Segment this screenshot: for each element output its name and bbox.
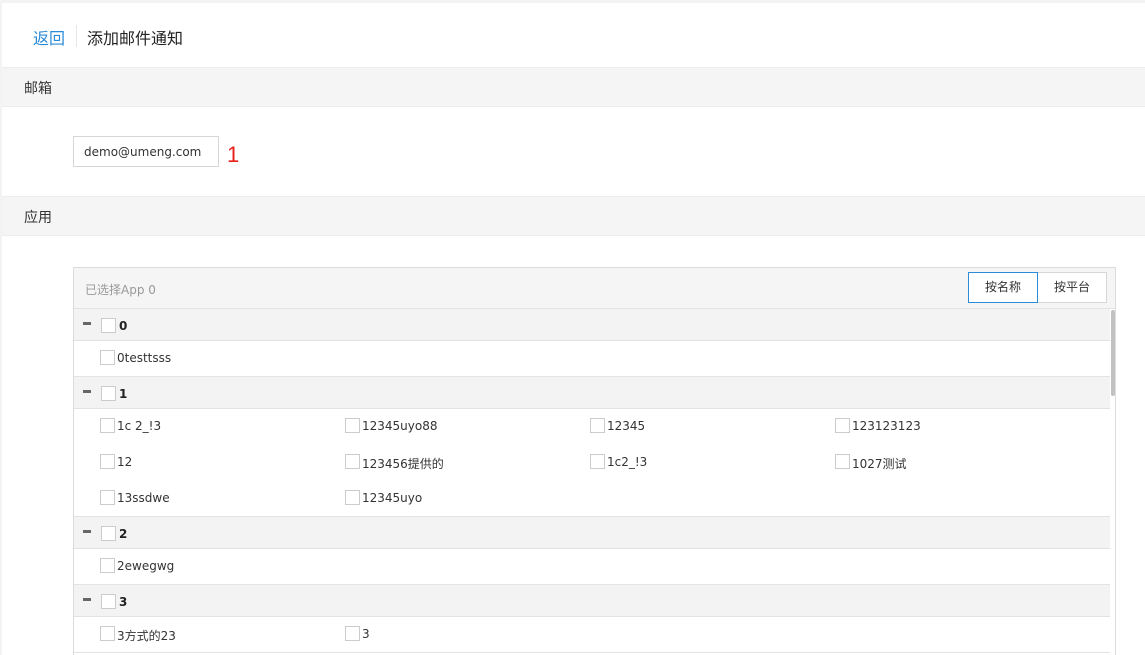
collapse-icon[interactable] (83, 598, 91, 601)
collapse-icon[interactable] (83, 322, 91, 325)
group-app-list: 1c 2_!3 12345uyo88 12345 123123123 12 123456提… (74, 409, 1110, 517)
group-letter: 2 (119, 527, 128, 541)
group-checkbox[interactable] (101, 318, 116, 333)
app-checkbox[interactable] (345, 454, 360, 469)
app-section-title: 应用 (24, 210, 52, 226)
app-name: 12345 (607, 419, 646, 433)
group-letter: 0 (119, 319, 128, 333)
app-checkbox[interactable] (100, 490, 115, 505)
app-name: 1c 2_!3 (117, 419, 162, 433)
app-panel-header: 已选择App 0 按名称 按平台 (74, 268, 1115, 309)
app-selector-panel: 已选择App 0 按名称 按平台 0 0testtsss 1 1c 2_!3 12345… (73, 267, 1116, 655)
annotation-1: 1 (227, 142, 240, 167)
group-letter: 1 (119, 387, 128, 401)
app-name: 1c2_!3 (607, 455, 648, 469)
app-name: 12345uyo (362, 491, 423, 505)
group-header: 3 (74, 585, 1110, 617)
app-name: 12345uyo88 (362, 419, 438, 433)
app-group-list: 0 0testtsss 1 1c 2_!3 12345uyo88 12345 1231231… (74, 309, 1110, 653)
group-header: 1 (74, 377, 1110, 409)
app-checkbox[interactable] (100, 626, 115, 641)
scrollbar-thumb[interactable] (1111, 310, 1115, 396)
collapse-icon[interactable] (83, 530, 91, 533)
app-name: 3 (362, 627, 370, 641)
app-name: 2ewegwg (117, 559, 175, 573)
app-section-header: 应用 (2, 196, 1145, 236)
group-app-list: 3方式的23 3 (74, 617, 1110, 653)
app-checkbox[interactable] (345, 418, 360, 433)
app-checkbox[interactable] (590, 418, 605, 433)
app-checkbox[interactable] (590, 454, 605, 469)
email-input[interactable] (73, 136, 219, 167)
sort-by-name-button[interactable]: 按名称 (968, 272, 1038, 303)
app-checkbox[interactable] (345, 626, 360, 641)
app-checkbox[interactable] (100, 558, 115, 573)
app-checkbox[interactable] (100, 350, 115, 365)
app-name: 123123123 (852, 419, 921, 433)
app-name: 13ssdwe (117, 491, 170, 505)
group-header: 2 (74, 517, 1110, 549)
email-section-title: 邮箱 (24, 81, 52, 97)
app-checkbox[interactable] (100, 454, 115, 469)
group-checkbox[interactable] (101, 594, 116, 609)
app-name: 12 (117, 455, 133, 469)
group-app-list: 0testtsss (74, 341, 1110, 377)
selected-app-count: 已选择App 0 (85, 283, 156, 297)
app-name: 123456提供的 (362, 457, 444, 471)
main-card: 返回 添加邮件通知 邮箱 1 应用 2 已选择App 0 按名称 按平台 0 0t… (2, 3, 1145, 655)
app-checkbox[interactable] (100, 418, 115, 433)
app-name: 0testtsss (117, 351, 172, 365)
top-bar: 返回 添加邮件通知 (2, 3, 1145, 67)
app-checkbox[interactable] (835, 418, 850, 433)
group-checkbox[interactable] (101, 386, 116, 401)
app-name: 1027测试 (852, 457, 907, 471)
group-checkbox[interactable] (101, 526, 116, 541)
sort-by-platform-button[interactable]: 按平台 (1037, 272, 1107, 303)
page-title: 添加邮件通知 (87, 29, 184, 48)
group-app-list: 2ewegwg (74, 549, 1110, 585)
group-letter: 3 (119, 595, 128, 609)
collapse-icon[interactable] (83, 390, 91, 393)
email-section-header: 邮箱 (2, 67, 1145, 107)
app-checkbox[interactable] (835, 454, 850, 469)
group-header: 0 (74, 309, 1110, 341)
back-link[interactable]: 返回 (33, 25, 65, 49)
app-checkbox[interactable] (345, 490, 360, 505)
app-name: 3方式的23 (117, 629, 176, 643)
divider (76, 25, 77, 47)
